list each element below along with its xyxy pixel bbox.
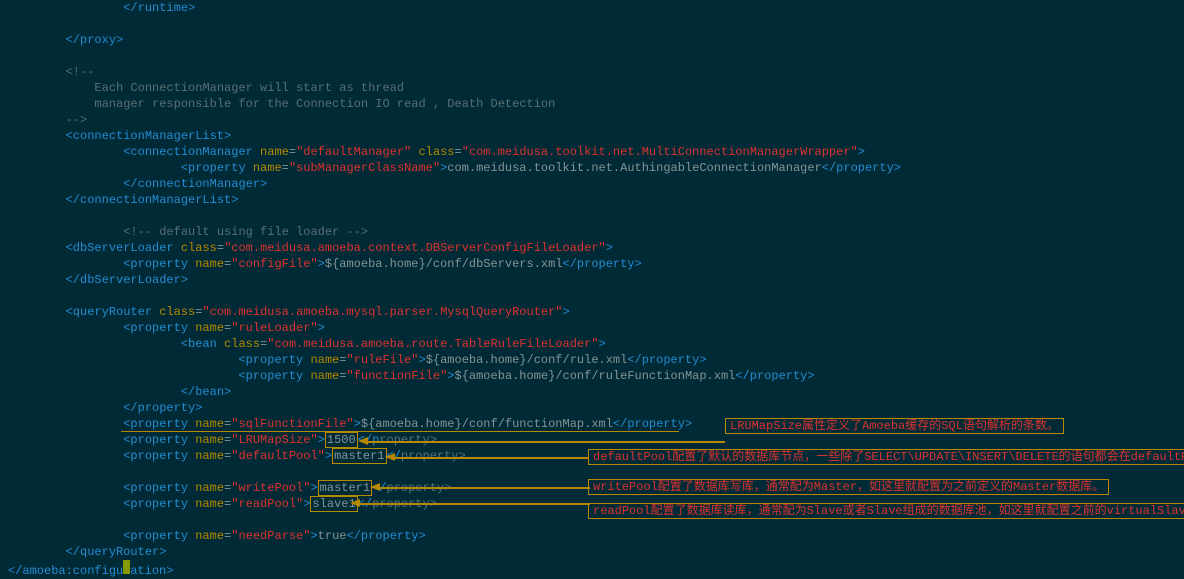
code-line[interactable]: <bean class="com.meidusa.amoeba.route.Ta… (8, 336, 1176, 352)
code-line[interactable]: --> (8, 112, 1176, 128)
code-line[interactable]: </queryRouter> (8, 544, 1176, 560)
arrow (368, 441, 725, 443)
arrow (395, 457, 589, 459)
annotation-lrumapsize: LRUMapSize属性定义了Amoeba缓存的SQL语句解析的条数。 (725, 418, 1064, 434)
code-line[interactable]: <connectionManager name="defaultManager"… (8, 144, 1176, 160)
highlight-underline (121, 431, 679, 432)
arrow (380, 487, 590, 489)
code-line[interactable]: <!-- default using file loader --> (8, 224, 1176, 240)
code-line[interactable]: </runtime> (8, 0, 1176, 16)
code-line[interactable]: <property name="subManagerClassName">com… (8, 160, 1176, 176)
code-line[interactable]: </connectionManagerList> (8, 192, 1176, 208)
code-line[interactable]: </property> (8, 400, 1176, 416)
code-line[interactable]: <connectionManagerList> (8, 128, 1176, 144)
code-line[interactable] (8, 208, 1176, 224)
code-line[interactable]: <property name="LRUMapSize">1500</proper… (8, 432, 1176, 448)
code-line[interactable] (8, 288, 1176, 304)
code-line[interactable]: </bean> (8, 384, 1176, 400)
code-line[interactable]: Each ConnectionManager will start as thr… (8, 80, 1176, 96)
code-line[interactable]: <property name="needParse">true</propert… (8, 528, 1176, 544)
code-line[interactable]: </amoeba:configuation> (8, 560, 1176, 576)
code-line[interactable]: manager responsible for the Connection I… (8, 96, 1176, 112)
code-line[interactable]: <!-- (8, 64, 1176, 80)
arrow (360, 503, 590, 505)
code-line[interactable] (8, 48, 1176, 64)
code-line[interactable]: <queryRouter class="com.meidusa.amoeba.m… (8, 304, 1176, 320)
code-line[interactable]: <property name="configFile">${amoeba.hom… (8, 256, 1176, 272)
annotation-readpool: readPool配置了数据库读库，通常配为Slave或者Slave组成的数据库池… (588, 503, 1184, 519)
arrow-head (358, 437, 368, 445)
code-line[interactable]: <property name="functionFile">${amoeba.h… (8, 368, 1176, 384)
arrow-head (350, 499, 360, 507)
arrow-head (385, 453, 395, 461)
code-line[interactable]: <property name="ruleFile">${amoeba.home}… (8, 352, 1176, 368)
code-line[interactable] (8, 464, 1176, 480)
annotation-defaultpool: defaultPool配置了默认的数据库节点，一些除了SELECT\UPDATE… (588, 449, 1184, 465)
arrow-head (370, 483, 380, 491)
annotation-writepool: writePool配置了数据库写库，通常配为Master，如这里就配置为之前定义… (588, 479, 1109, 495)
code-line[interactable] (8, 16, 1176, 32)
code-line[interactable]: <dbServerLoader class="com.meidusa.amoeb… (8, 240, 1176, 256)
code-line[interactable]: <property name="ruleLoader"> (8, 320, 1176, 336)
code-line[interactable]: </proxy> (8, 32, 1176, 48)
code-line[interactable]: </connectionManager> (8, 176, 1176, 192)
code-line[interactable]: </dbServerLoader> (8, 272, 1176, 288)
